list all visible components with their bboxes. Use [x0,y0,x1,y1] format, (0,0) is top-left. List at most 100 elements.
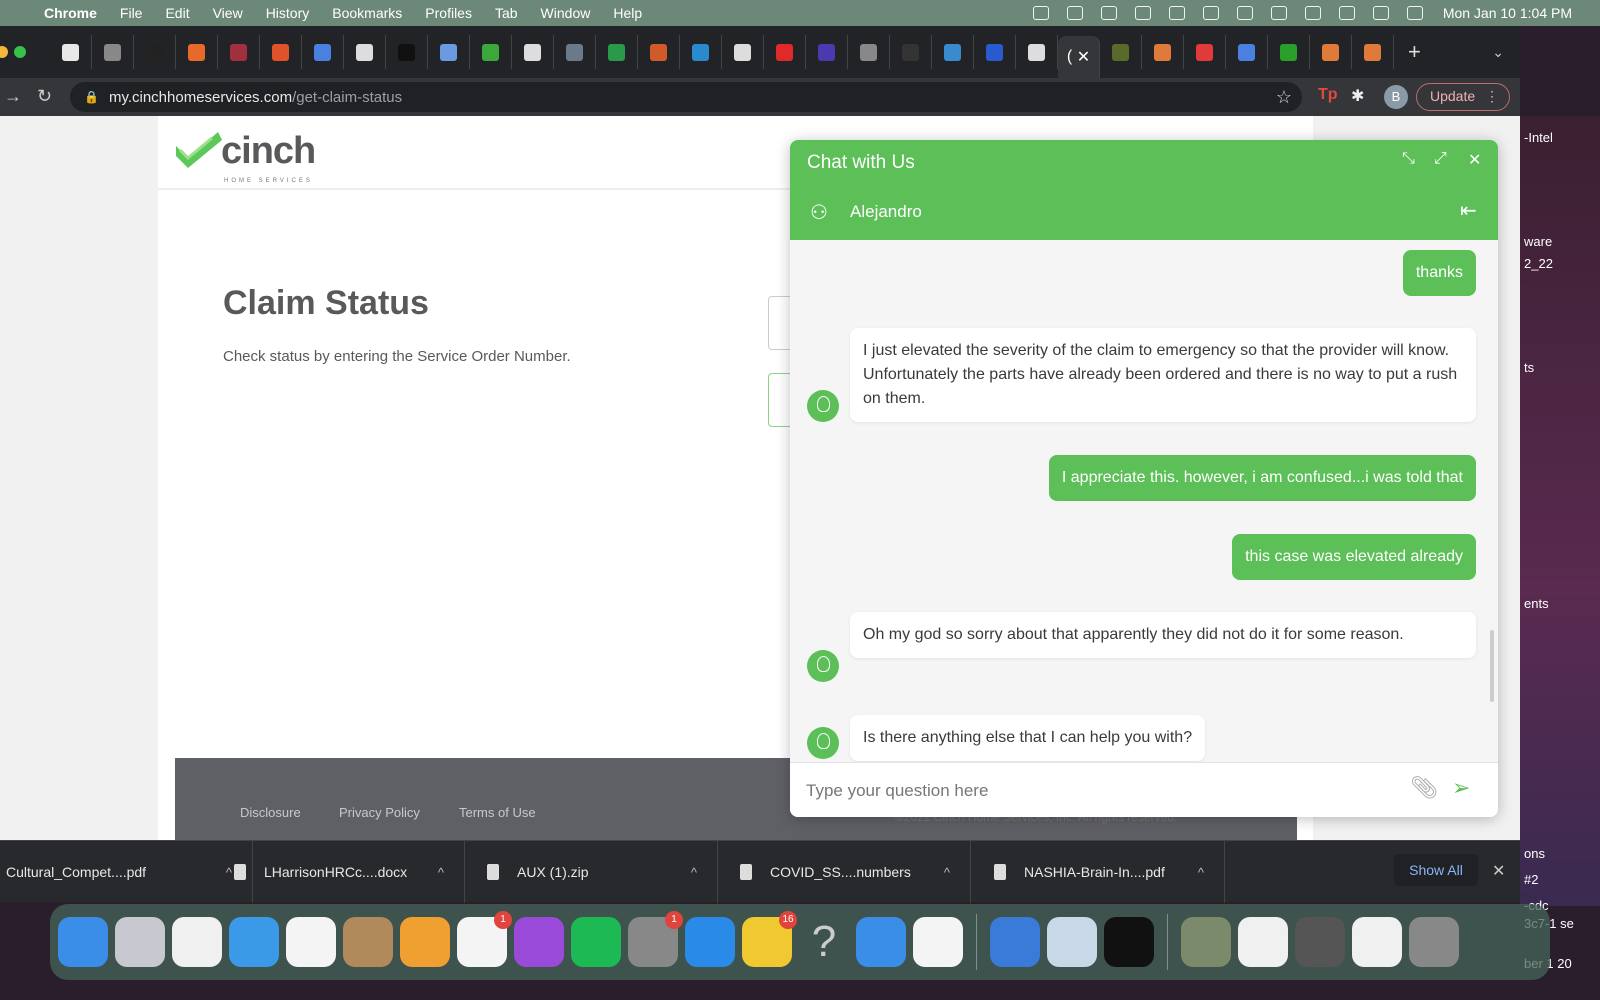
close-tab-icon[interactable]: ✕ [1077,47,1090,67]
download-options-chevron-icon[interactable]: ^ [438,865,444,880]
dock-doc-2-icon[interactable] [1238,917,1288,967]
address-bar[interactable]: 🔒 my.cinchhomeservices.com/get-claim-sta… [70,82,1302,112]
download-options-chevron-icon[interactable]: ^ [944,865,950,880]
browser-tab[interactable] [512,35,554,69]
footer-link-disclosure[interactable]: Disclosure [240,805,301,820]
dock-photos-icon[interactable] [286,917,336,967]
dock-reminders-icon[interactable]: 1 [457,911,512,967]
browser-tab[interactable] [638,35,680,69]
dock-contacts-icon[interactable] [343,917,393,967]
menu-view[interactable]: View [213,5,243,21]
browser-tab[interactable] [218,35,260,69]
wifi-icon[interactable] [1304,6,1321,20]
menu-bookmarks[interactable]: Bookmarks [332,5,402,21]
chat-message-input[interactable] [806,777,1386,805]
search-icon[interactable] [1338,6,1355,20]
download-options-chevron-icon[interactable]: ^ [691,865,697,880]
reload-icon[interactable]: ↻ [37,86,52,107]
browser-tab[interactable] [1016,35,1058,69]
browser-tab[interactable] [428,35,470,69]
dock-doc-3-icon[interactable] [1352,917,1402,967]
menu-window[interactable]: Window [541,5,591,21]
browser-tab[interactable] [722,35,764,69]
dock-launchpad-icon[interactable] [115,917,165,967]
browser-tab[interactable] [176,35,218,69]
minimize-window-button[interactable] [0,46,8,58]
dock-network-icon[interactable] [990,917,1040,967]
bookmark-star-icon[interactable]: ☆ [1276,87,1292,108]
forward-icon[interactable]: → [4,86,22,107]
browser-tab[interactable] [470,35,512,69]
end-chat-icon[interactable]: ⇤ [1460,198,1477,223]
dock-chrome-icon[interactable] [172,917,222,967]
browser-tab[interactable] [1100,35,1142,69]
chat-messages[interactable]: thanks I just elevated the severity of t… [790,240,1498,762]
dock-finder-icon[interactable] [58,917,108,967]
download-item[interactable]: COVID_SS....numbers ^ [718,841,971,903]
dock-terminal-icon[interactable] [1104,917,1154,967]
desktop-file-label[interactable]: 2_22 [1524,256,1553,271]
browser-tab[interactable] [1142,35,1184,69]
browser-tab[interactable] [386,35,428,69]
desktop-file-label[interactable]: ts [1524,360,1534,375]
browser-tab[interactable] [974,35,1016,69]
download-options-chevron-icon[interactable]: ^ [1198,865,1204,880]
profile-avatar[interactable]: B [1384,85,1408,109]
download-item[interactable]: NASHIA-Brain-In....pdf ^ [972,841,1225,903]
browser-tab[interactable] [1226,35,1268,69]
dock-system-preferences-icon[interactable]: 1 [628,911,683,967]
footer-link-privacy[interactable]: Privacy Policy [339,805,420,820]
dock-podcasts-icon[interactable] [514,917,564,967]
browser-tab[interactable] [50,35,92,69]
desktop-file-label[interactable]: ons [1524,846,1545,861]
dock-stickies-icon[interactable]: 16 [742,911,797,967]
close-chat-icon[interactable]: ✕ [1468,150,1481,170]
browser-tab[interactable] [554,35,596,69]
dock-preview-icon[interactable] [1047,917,1097,967]
menu-help[interactable]: Help [613,5,642,21]
browser-tab[interactable] [1184,35,1226,69]
menu-edit[interactable]: Edit [165,5,189,21]
footer-link-terms[interactable]: Terms of Use [459,805,536,820]
expand-chat-icon[interactable]: ⤢ [1434,150,1447,168]
show-all-downloads-button[interactable]: Show All [1394,854,1478,886]
download-item[interactable]: LHarrisonHRCc....docx ^ [212,841,465,903]
clock[interactable]: Mon Jan 10 1:04 PM [1443,5,1572,21]
dock-spotify-icon[interactable] [571,917,621,967]
play-icon[interactable] [1168,6,1185,20]
dock-safari-icon[interactable] [229,917,279,967]
keyboard-icon[interactable] [1202,6,1219,20]
menu-file[interactable]: File [120,5,143,21]
minimize-chat-icon[interactable]: ⤡ [1402,150,1415,168]
lock-icon[interactable]: 🔒 [84,90,99,104]
dock-trash-icon[interactable] [1409,917,1459,967]
menu-profiles[interactable]: Profiles [425,5,472,21]
desktop-file-label[interactable]: -Intel [1524,130,1553,145]
dock-pages-icon[interactable] [400,917,450,967]
dock-complaints-board-icon[interactable] [1295,917,1345,967]
zoom-window-button[interactable] [14,46,26,58]
browser-tab[interactable] [1352,35,1394,69]
browser-tab[interactable] [92,35,134,69]
extensions-puzzle-icon[interactable]: ✱ [1351,86,1364,106]
menu-history[interactable]: History [266,5,310,21]
control-center-icon[interactable] [1372,6,1389,20]
siri-icon[interactable] [1406,6,1423,20]
new-tab-button[interactable]: + [1408,39,1421,65]
dock-app-store-icon[interactable] [685,917,735,967]
browser-tab[interactable] [1310,35,1352,69]
battery-icon[interactable] [1270,6,1287,20]
tab-search-chevron-icon[interactable]: ⌄ [1492,44,1504,61]
cinch-logo[interactable]: cinch HOME SERVICES [174,126,324,184]
browser-tab[interactable] [932,35,974,69]
chat-scrollbar[interactable] [1490,630,1494,702]
browser-tab[interactable] [302,35,344,69]
kebab-menu-icon[interactable]: ⋮ [1485,84,1499,109]
tab-active[interactable]: ( ✕ [1058,36,1100,78]
browser-tab[interactable] [806,35,848,69]
menu-tab[interactable]: Tab [495,5,518,21]
dock-help-icon[interactable]: ? [799,917,849,967]
browser-tab[interactable] [890,35,932,69]
browser-tab[interactable] [344,35,386,69]
attach-paperclip-icon[interactable]: 📎︎ [1410,775,1438,801]
